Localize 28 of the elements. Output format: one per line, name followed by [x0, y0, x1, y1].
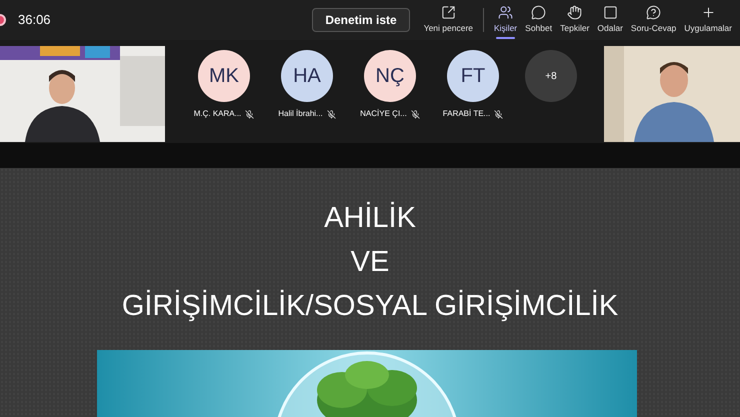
- toolbar-button[interactable]: Kişiler: [490, 0, 522, 40]
- toolbar-button[interactable]: Yeni pencere: [420, 0, 477, 40]
- plus-icon: [700, 5, 716, 20]
- participant-name: M.Ç. KARA...: [194, 108, 242, 120]
- chat-icon: [531, 5, 546, 20]
- square-icon: [602, 5, 618, 20]
- question-icon: [646, 5, 662, 20]
- people-icon: [498, 5, 514, 20]
- more-participants-button[interactable]: +8: [525, 50, 577, 102]
- toolbar-button[interactable]: Soru-Cevap: [626, 0, 680, 40]
- participant-name: NACİYE ÇI...: [360, 108, 407, 120]
- avatar[interactable]: NÇ: [364, 50, 416, 102]
- meeting-timer: 36:06: [18, 11, 51, 30]
- slide-title-line: VE: [350, 245, 390, 280]
- toolbar-button[interactable]: Odalar: [593, 0, 627, 40]
- hand-icon: [567, 5, 582, 20]
- toolbar-button[interactable]: Sohbet: [521, 0, 556, 40]
- avatar[interactable]: MK: [198, 50, 250, 102]
- avatar[interactable]: FT: [447, 50, 499, 102]
- slide-title-line: AHİLİK: [324, 200, 416, 236]
- toolbar-button[interactable]: Uygulamalar: [680, 0, 736, 40]
- participant-name: Halil İbrahi...: [278, 108, 323, 120]
- new-window-icon: [440, 5, 456, 20]
- request-control-button[interactable]: Denetim iste: [312, 8, 410, 32]
- participant-name: FARABİ TE...: [442, 108, 490, 120]
- toolbar-button[interactable]: Tepkiler: [556, 0, 594, 40]
- avatar[interactable]: HA: [281, 50, 333, 102]
- slide-title-line: GİRİŞİMCİLİK/SOSYAL GİRİŞİMCİLİK: [122, 288, 618, 324]
